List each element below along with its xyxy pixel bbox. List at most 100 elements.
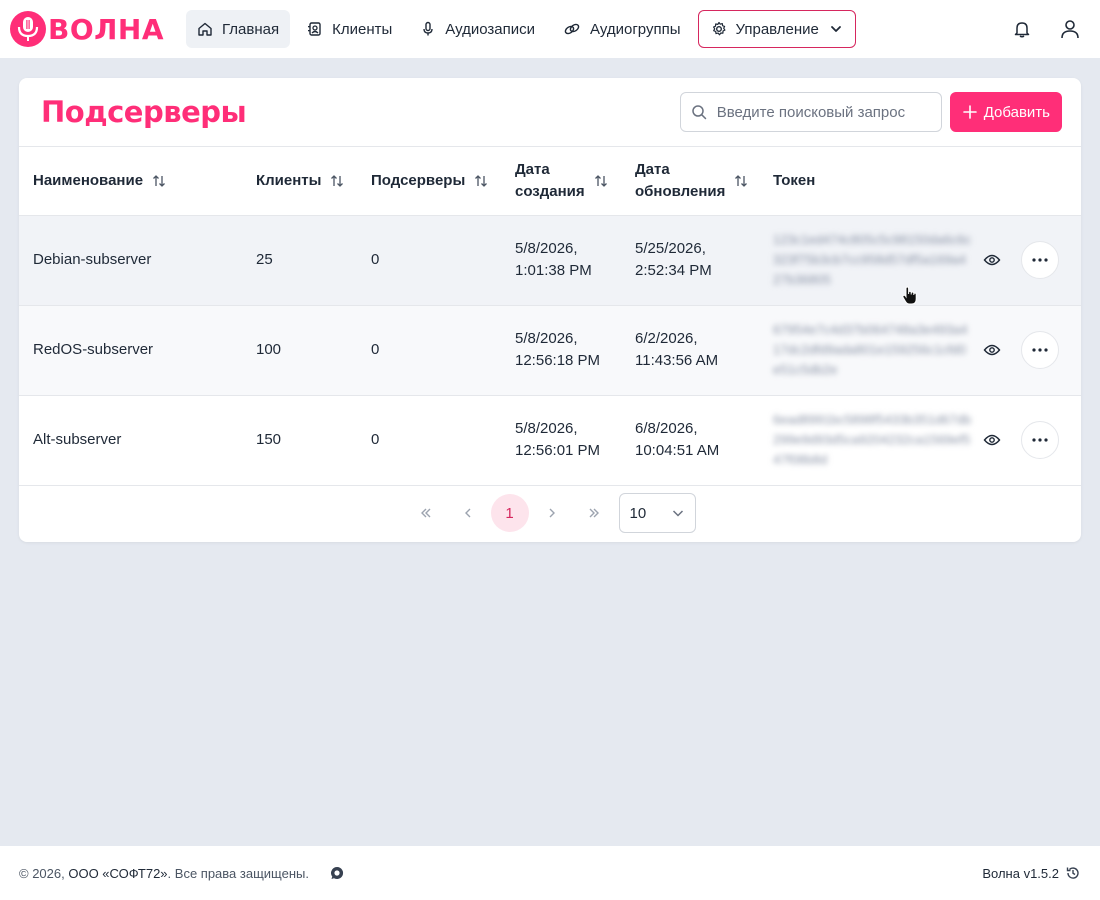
sort-icon xyxy=(331,174,344,187)
token-text: 67954e7c4d37b064748a3e493a417dc2dfd9ada8… xyxy=(773,322,968,377)
table-row[interactable]: Alt-subserver 150 0 5/8/2026, 12:56:01 PM… xyxy=(19,395,1081,486)
plus-icon xyxy=(962,105,977,119)
cell-clients: 100 xyxy=(242,305,357,396)
chevrons-right-icon xyxy=(589,508,599,518)
cell-clients: 25 xyxy=(242,215,357,306)
nav-item-management[interactable]: Управление xyxy=(697,10,856,48)
cell-name: Debian-subserver xyxy=(19,215,242,306)
sort-icon xyxy=(594,174,607,187)
hand-cursor-icon xyxy=(902,286,917,305)
footer: © 2026, ООО «СОФТ72». Все права защищены… xyxy=(0,846,1100,900)
more-horizontal-icon xyxy=(1032,438,1048,442)
sort-icon xyxy=(475,174,488,187)
history-icon xyxy=(1066,867,1079,879)
column-header-updated[interactable]: Дата обновления xyxy=(621,147,759,216)
search-box[interactable] xyxy=(679,92,942,132)
nav-item-label: Аудиогруппы xyxy=(590,20,681,38)
sort-icon xyxy=(735,174,748,187)
nav-item-home[interactable]: Главная xyxy=(186,10,291,48)
eye-icon xyxy=(983,434,1001,446)
table-header-row: Наименование Клиенты Подсерверы Дата соз… xyxy=(19,147,1081,216)
eye-icon xyxy=(983,254,1001,266)
add-button[interactable]: Добавить xyxy=(949,92,1062,132)
microphone-logo-icon xyxy=(10,11,46,47)
navbar-actions xyxy=(994,9,1090,49)
cell-name: RedOS-subserver xyxy=(19,305,242,396)
link-icon xyxy=(564,23,580,35)
chat-icon[interactable] xyxy=(329,865,345,881)
chevron-down-icon xyxy=(830,26,841,32)
cell-name: Alt-subserver xyxy=(19,395,242,486)
page-size-select[interactable]: 10 xyxy=(618,493,696,533)
subservers-table: Наименование Клиенты Подсерверы Дата соз… xyxy=(19,147,1081,486)
add-button-label: Добавить xyxy=(983,103,1050,121)
table-row[interactable]: Debian-subserver 25 0 5/8/2026, 1:01:38 P… xyxy=(19,215,1081,306)
home-icon xyxy=(198,22,212,36)
cell-token: 67954e7c4d37b064748a3e493a417dc2dfd9ada8… xyxy=(759,305,1081,396)
column-header-token: Токен xyxy=(759,147,1081,216)
cell-created: 5/8/2026, 12:56:18 PM xyxy=(501,305,621,396)
column-header-subservers[interactable]: Подсерверы xyxy=(357,147,501,216)
cell-token: 123c1ed474c805c5c98150da6c6c323f75b3cb7c… xyxy=(759,215,1081,306)
show-token-button[interactable] xyxy=(983,433,1001,447)
more-horizontal-icon xyxy=(1032,258,1048,262)
subservers-card: Подсерверы Добавить xyxy=(19,78,1081,542)
app-logo[interactable]: ВОЛНА xyxy=(10,11,164,47)
card-header: Подсерверы Добавить xyxy=(19,78,1081,147)
last-page-button[interactable] xyxy=(575,494,613,532)
chevrons-left-icon xyxy=(420,508,430,518)
gear-icon xyxy=(712,21,725,36)
top-navbar: ВОЛНА Главная Клиенты Аудиозаписи Аудиог… xyxy=(0,0,1100,58)
footer-copyright: © 2026, xyxy=(19,865,65,881)
row-actions-button[interactable] xyxy=(1021,421,1059,459)
nav-item-label: Клиенты xyxy=(332,20,393,38)
column-header-clients[interactable]: Клиенты xyxy=(242,147,357,216)
prev-page-button[interactable] xyxy=(449,494,487,532)
sort-icon xyxy=(153,174,166,187)
nav-item-label: Главная xyxy=(222,20,280,38)
first-page-button[interactable] xyxy=(407,494,445,532)
nav-item-label: Управление xyxy=(735,20,819,38)
microphone-icon xyxy=(423,21,433,36)
nav-item-audio-groups[interactable]: Аудиогруппы xyxy=(552,10,691,48)
column-header-name[interactable]: Наименование xyxy=(19,147,242,216)
cell-subservers: 0 xyxy=(357,395,501,486)
cell-updated: 5/25/2026, 2:52:34 PM xyxy=(621,215,759,306)
bell-icon xyxy=(1014,22,1030,38)
row-actions-button[interactable] xyxy=(1021,331,1059,369)
user-icon xyxy=(1061,20,1079,39)
pagination: 1 10 xyxy=(19,486,1081,541)
nav-item-label: Аудиозаписи xyxy=(445,20,536,38)
show-token-button[interactable] xyxy=(983,343,1001,357)
search-icon xyxy=(691,105,706,120)
notifications-button[interactable] xyxy=(1002,9,1042,49)
next-page-button[interactable] xyxy=(533,494,571,532)
nav-item-audio-records[interactable]: Аудиозаписи xyxy=(409,10,546,48)
chevron-left-icon xyxy=(464,508,470,518)
cell-subservers: 0 xyxy=(357,305,501,396)
contacts-icon xyxy=(308,22,321,36)
user-profile-button[interactable] xyxy=(1050,9,1090,49)
nav-item-clients[interactable]: Клиенты xyxy=(296,10,403,48)
search-input[interactable] xyxy=(716,103,917,121)
page-number-button[interactable]: 1 xyxy=(490,494,529,532)
footer-rights: . Все права защищены. xyxy=(167,865,309,881)
cell-token: 6ead8991bc5898f5433b351d67db299e9d93d5ca… xyxy=(759,395,1081,486)
row-actions-button[interactable] xyxy=(1021,241,1059,279)
cell-updated: 6/8/2026, 10:04:51 AM xyxy=(621,395,759,486)
app-version[interactable]: Волна v1.5.2 xyxy=(982,865,1081,881)
cell-clients: 150 xyxy=(242,395,357,486)
logo-text: ВОЛНА xyxy=(48,12,165,46)
show-token-button[interactable] xyxy=(983,253,1001,267)
chevron-down-icon xyxy=(672,510,683,517)
column-header-created[interactable]: Дата создания xyxy=(501,147,621,216)
eye-icon xyxy=(983,344,1001,356)
chevron-right-icon xyxy=(549,508,555,518)
footer-company-link[interactable]: ООО «СОФТ72» xyxy=(68,866,167,881)
token-text: 123c1ed474c805c5c98150da6c6c323f75b3cb7c… xyxy=(773,232,972,287)
page-title: Подсерверы xyxy=(41,95,247,129)
more-horizontal-icon xyxy=(1032,348,1048,352)
page-size-value: 10 xyxy=(629,504,647,522)
cell-created: 5/8/2026, 1:01:38 PM xyxy=(501,215,621,306)
table-row[interactable]: RedOS-subserver 100 0 5/8/2026, 12:56:18 … xyxy=(19,305,1081,396)
